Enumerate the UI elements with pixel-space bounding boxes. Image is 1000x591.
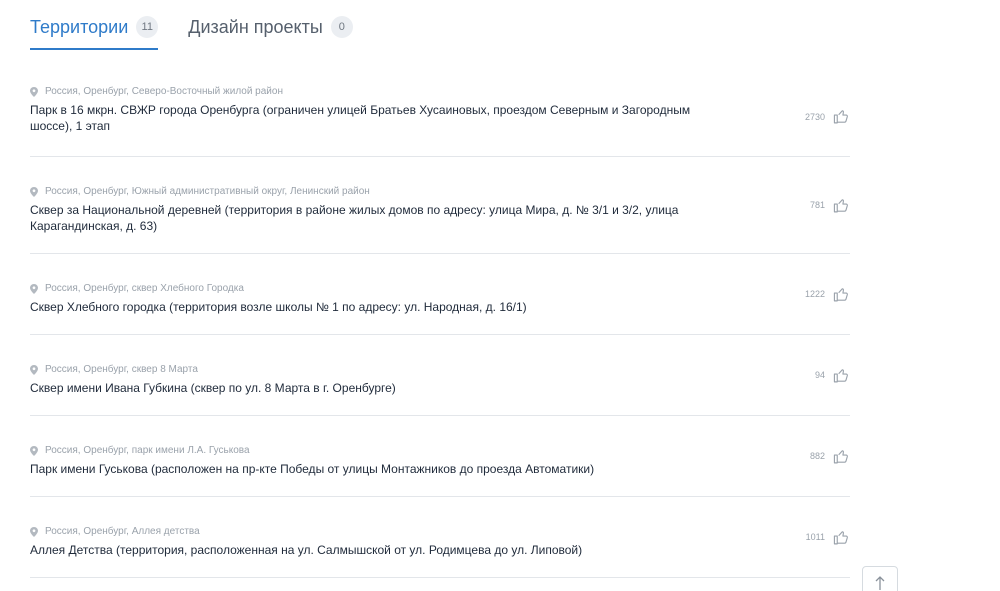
like-count: 1222 (804, 289, 825, 299)
thumbs-up-icon[interactable] (833, 108, 850, 125)
item-location: Россия, Оренбург, парк имени Л.А. Гусько… (30, 445, 850, 456)
location-pin-icon (30, 364, 38, 375)
item-location: Россия, Оренбург, Аллея детства (30, 526, 850, 537)
item-location: Россия, Оренбург, сквер Хлебного Городка (30, 283, 850, 294)
thumbs-up-icon[interactable] (833, 197, 850, 214)
item-location: Россия, Оренбург, Южный административный… (30, 186, 850, 197)
item-meta: 1222 (805, 254, 850, 334)
item-title[interactable]: Сквер Хлебного городка (территория возле… (30, 299, 720, 315)
list-item: Россия, Оренбург, Южный административный… (30, 157, 850, 254)
arrow-up-icon (875, 576, 885, 590)
item-title[interactable]: Сквер за Национальной деревней (территор… (30, 202, 720, 234)
list-item: Россия, Оренбург, Северо-Восточный жилой… (30, 77, 850, 157)
territory-list: Россия, Оренбург, Северо-Восточный жилой… (30, 77, 850, 578)
tab-territories[interactable]: Территории 11 (30, 14, 159, 50)
like-count: 2730 (804, 111, 825, 122)
thumbs-up-icon[interactable] (833, 367, 850, 384)
tab-label: Дизайн проекты (188, 16, 323, 37)
location-text: Россия, Оренбург, парк имени Л.А. Гусько… (45, 445, 250, 456)
location-pin-icon (30, 86, 38, 97)
item-title[interactable]: Парк в 16 мкрн. СВЖР города Оренбурга (о… (30, 102, 720, 134)
like-count: 781 (809, 200, 825, 210)
location-text: Россия, Оренбург, Южный административный… (45, 186, 370, 197)
location-pin-icon (30, 526, 38, 537)
location-pin-icon (30, 283, 38, 294)
item-title[interactable]: Сквер имени Ивана Губкина (сквер по ул. … (30, 380, 720, 396)
location-text: Россия, Оренбург, Аллея детства (45, 526, 200, 537)
item-meta: 882 (810, 416, 850, 496)
list-item: Россия, Оренбург, Аллея детства Аллея Де… (30, 497, 850, 578)
location-text: Россия, Оренбург, Северо-Восточный жилой… (45, 86, 283, 97)
location-text: Россия, Оренбург, сквер Хлебного Городка (45, 283, 244, 294)
item-meta: 2730 (805, 77, 850, 156)
item-meta: 1011 (806, 497, 850, 577)
item-title[interactable]: Парк имени Гуськова (расположен на пр-кт… (30, 461, 720, 477)
item-location: Россия, Оренбург, сквер 8 Марта (30, 364, 850, 375)
tab-design-projects[interactable]: Дизайн проекты 0 (188, 14, 353, 50)
tab-count-badge: 0 (330, 16, 353, 38)
item-title[interactable]: Аллея Детства (территория, расположенная… (30, 542, 720, 558)
like-count: 94 (814, 370, 825, 380)
tab-label: Территории (30, 16, 129, 37)
tab-count-badge: 11 (136, 16, 159, 38)
item-meta: 781 (810, 157, 850, 253)
list-item: Россия, Оренбург, сквер 8 Марта Сквер им… (30, 335, 850, 416)
scroll-top-button[interactable] (862, 566, 898, 591)
like-count: 1011 (805, 532, 825, 542)
list-item: Россия, Оренбург, парк имени Л.А. Гусько… (30, 416, 850, 497)
list-item: Россия, Оренбург, сквер Хлебного Городка… (30, 254, 850, 335)
thumbs-up-icon[interactable] (833, 529, 850, 546)
thumbs-up-icon[interactable] (833, 448, 850, 465)
item-location: Россия, Оренбург, Северо-Восточный жилой… (30, 86, 850, 97)
location-pin-icon (30, 445, 38, 456)
tabs: Территории 11 Дизайн проекты 0 (30, 14, 353, 50)
thumbs-up-icon[interactable] (833, 286, 850, 303)
like-count: 882 (809, 451, 825, 461)
location-text: Россия, Оренбург, сквер 8 Марта (45, 364, 198, 375)
location-pin-icon (30, 186, 38, 197)
item-meta: 94 (815, 335, 850, 415)
page: Территории 11 Дизайн проекты 0 Россия, О… (0, 0, 1000, 591)
